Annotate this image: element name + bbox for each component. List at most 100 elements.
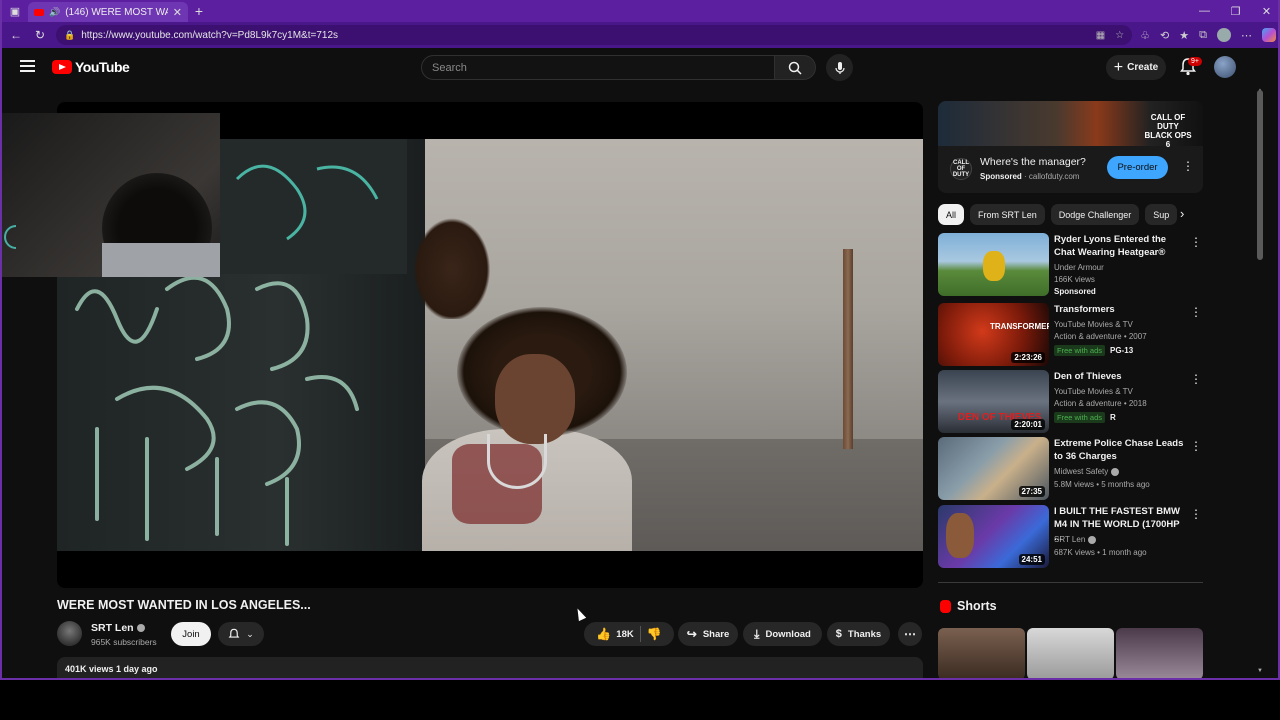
chevron-down-icon: ⌄ (246, 628, 254, 639)
channel-name[interactable]: SRT Len (91, 622, 145, 634)
verified-icon (136, 624, 145, 632)
view-count-date: 401K views 1 day ago (65, 664, 158, 674)
title-bar: ▣ 🔊 (146) WERE MOST WANTED ✕ + — ❐ ✕ (2, 0, 1278, 22)
new-tab-button[interactable]: + (188, 3, 210, 19)
minimize-icon[interactable]: — (1189, 5, 1220, 18)
more-vertical-icon[interactable]: ⋮ (1190, 439, 1202, 453)
video-thumbnail[interactable] (938, 233, 1049, 296)
audio-playing-icon[interactable]: 🔊 (49, 7, 60, 18)
back-icon[interactable]: ← (8, 28, 24, 42)
preorder-button[interactable]: Pre-order (1107, 156, 1168, 179)
join-button[interactable]: Join (171, 622, 211, 646)
person-background (407, 209, 497, 319)
ring-light-icon (4, 225, 16, 249)
refresh-icon[interactable]: ↻ (32, 28, 48, 42)
description-box[interactable] (57, 657, 923, 678)
tab-actions-icon[interactable]: ▣ (2, 0, 28, 22)
chip-dodge-challenger[interactable]: Dodge Challenger (1050, 204, 1140, 225)
ad-logo: CALL OF DUTY (950, 158, 972, 180)
browser-tab[interactable]: 🔊 (146) WERE MOST WANTED ✕ (28, 2, 188, 22)
subscription-bell-button[interactable]: ⌄ (218, 622, 264, 646)
video-title: WERE MOST WANTED IN LOS ANGELES... (57, 598, 311, 612)
account-avatar[interactable] (1214, 56, 1236, 78)
close-tab-icon[interactable]: ✕ (173, 6, 182, 19)
more-vertical-icon[interactable]: ⋮ (1190, 235, 1202, 249)
scroll-down-icon[interactable]: ▼ (1257, 668, 1263, 674)
chip-from-channel[interactable]: From SRT Len (970, 204, 1045, 225)
shorts-icon (940, 599, 951, 613)
thumbs-up-icon: 👍 (596, 627, 612, 641)
download-button[interactable]: ⤓ Download (743, 622, 822, 646)
copilot-icon[interactable] (1262, 28, 1276, 42)
chevron-right-icon[interactable]: › (1180, 206, 1184, 221)
search-button[interactable] (774, 55, 816, 80)
subscriber-count: 965K subscribers (91, 637, 157, 647)
create-button[interactable]: + Create (1106, 55, 1166, 80)
short-thumbnail[interactable] (938, 628, 1025, 678)
more-menu-icon[interactable]: ⋯ (1241, 29, 1252, 42)
sync-icon[interactable]: ⟲ (1160, 29, 1169, 42)
collections-icon[interactable]: ⧉ (1199, 29, 1207, 42)
sponsored-ad-card[interactable]: CALL OF DUTY BLACK OPS 6 CALL OF DUTY Wh… (938, 101, 1203, 193)
more-vertical-icon[interactable]: ⋮ (1190, 305, 1202, 319)
chain-necklace (487, 434, 547, 489)
video-thumbnail[interactable]: TRANSFORMERS 2:23:26 (938, 303, 1049, 366)
ad-subtitle: Sponsored · callofduty.com (980, 172, 1080, 181)
divider (938, 582, 1203, 583)
notification-badge: 9+ (1188, 57, 1202, 66)
menu-icon[interactable] (20, 60, 35, 75)
maximize-icon[interactable]: ❐ (1220, 5, 1251, 18)
chip-sup[interactable]: Sup (1145, 204, 1178, 225)
thumbs-down-icon: 👎 (646, 627, 662, 641)
close-window-icon[interactable]: ✕ (1251, 5, 1278, 18)
dislike-button[interactable]: 👎 (647, 627, 662, 641)
list-item[interactable]: TRANSFORMERS 2:23:26 Transformers YouTub… (938, 303, 1203, 366)
chip-all[interactable]: All (938, 204, 965, 225)
thanks-icon: $ (835, 628, 842, 640)
youtube-logo[interactable]: YouTube (52, 59, 130, 75)
verified-icon (1088, 535, 1097, 544)
like-button[interactable]: 👍 18K (596, 627, 633, 641)
profile-icon[interactable] (1217, 28, 1231, 42)
more-horizontal-icon: ⋯ (904, 627, 916, 641)
list-item[interactable]: DEN OF THIEVES 2:20:01 Den of Thieves Yo… (938, 370, 1203, 433)
voice-search-button[interactable] (826, 54, 853, 81)
shorts-header: Shorts (940, 599, 997, 613)
search-input[interactable]: Search (421, 55, 775, 80)
short-thumbnail[interactable] (1116, 628, 1203, 678)
ad-banner-image: CALL OF DUTY BLACK OPS 6 (938, 101, 1203, 149)
webcam-overlay (2, 113, 220, 277)
address-bar: ← ↻ 🔒 https://www.youtube.com/watch?v=Pd… (2, 22, 1278, 48)
more-actions-button[interactable]: ⋯ (898, 622, 922, 646)
verified-icon (1111, 467, 1120, 476)
scrollbar[interactable] (1257, 90, 1263, 260)
browser-window: ▣ 🔊 (146) WERE MOST WANTED ✕ + — ❐ ✕ ← ↻… (0, 0, 1280, 680)
favorites-icon[interactable]: ★ (1179, 29, 1189, 42)
list-item[interactable]: 24:51 I BUILT THE FASTEST BMW M4 IN THE … (938, 505, 1203, 568)
youtube-header: YouTube Search + Create 9+ (2, 48, 1278, 88)
window-controls: — ❐ ✕ (1189, 5, 1278, 18)
url-text: https://www.youtube.com/watch?v=Pd8L9k7c… (81, 29, 339, 41)
more-vertical-icon[interactable]: ⋮ (1190, 372, 1202, 386)
download-icon: ⤓ (754, 626, 760, 641)
more-vertical-icon[interactable]: ⋮ (1182, 159, 1194, 173)
share-button[interactable]: ↪ Share (678, 622, 738, 646)
video-thumbnail[interactable]: DEN OF THIEVES 2:20:01 (938, 370, 1049, 433)
list-item[interactable]: 27:35 Extreme Police Chase Leads to 36 C… (938, 437, 1203, 500)
video-thumbnail[interactable]: 24:51 (938, 505, 1049, 568)
url-field[interactable]: 🔒 https://www.youtube.com/watch?v=Pd8L9k… (56, 25, 1133, 45)
tab-title: (146) WERE MOST WANTED (65, 6, 168, 18)
like-dislike-group: 👍 18K 👎 (584, 622, 674, 646)
more-vertical-icon[interactable]: ⋮ (1190, 507, 1202, 521)
ad-brand-text: CALL OF DUTY BLACK OPS 6 (1144, 113, 1192, 149)
extension-icon[interactable]: ♧ (1140, 29, 1150, 42)
list-item[interactable]: Ryder Lyons Entered the Chat Wearing Hea… (938, 233, 1203, 296)
channel-avatar[interactable] (57, 621, 82, 646)
thanks-button[interactable]: $ Thanks (827, 622, 890, 646)
microphone-icon (834, 61, 845, 74)
app-available-icon[interactable]: ▦ (1096, 30, 1105, 41)
video-thumbnail[interactable]: 27:35 (938, 437, 1049, 500)
lock-icon[interactable]: 🔒 (64, 30, 75, 41)
short-thumbnail[interactable] (1027, 628, 1114, 678)
favorite-star-icon[interactable]: ☆ (1115, 30, 1124, 41)
